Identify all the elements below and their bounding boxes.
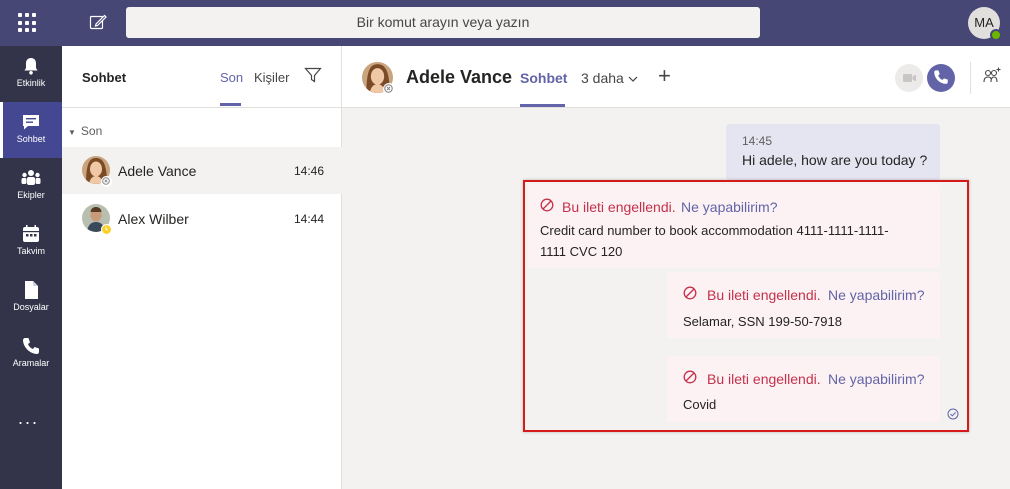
new-chat-icon[interactable] — [88, 12, 108, 32]
more-tabs-dropdown[interactable]: 3 daha — [581, 70, 638, 86]
blocked-icon — [683, 286, 697, 300]
more-apps-button[interactable]: ... — [18, 408, 39, 429]
chat-list-title: Sohbet — [82, 70, 127, 85]
message-text: Credit card number to book accommodation… — [540, 223, 889, 238]
chat-item-time: 14:46 — [293, 164, 324, 178]
rail-item-files[interactable]: Dosyalar — [0, 270, 62, 326]
add-people-icon[interactable] — [982, 66, 1002, 86]
rail-label: Takvim — [16, 246, 45, 256]
message-text: Selamar, SSN 199-50-7918 — [683, 314, 842, 329]
chat-icon — [23, 115, 39, 130]
chat-item-alex-wilber[interactable]: Alex Wilber 14:44 — [62, 195, 342, 242]
chat-item-adele-vance[interactable]: Adele Vance 14:46 — [62, 147, 342, 194]
rail-label: Aramalar — [12, 358, 50, 368]
rail-label: Dosyalar — [13, 302, 49, 312]
tab-underline — [520, 104, 565, 107]
chevron-down-icon: ▼ — [68, 128, 76, 137]
calendar-icon — [23, 225, 39, 242]
audio-call-button[interactable] — [927, 64, 955, 92]
tab-contacts[interactable]: Kişiler — [254, 70, 289, 85]
rail-label: Etkinlik — [16, 78, 46, 88]
user-avatar[interactable]: MA — [968, 7, 1002, 41]
chat-list-panel: Sohbet Son Kişiler ▼ Son Adele Vance 14:4… — [62, 46, 342, 489]
tab-chat[interactable]: Sohbet — [520, 70, 567, 86]
message-text: 1111 CVC 120 — [540, 244, 623, 259]
phone-icon — [934, 70, 948, 84]
blocked-message[interactable]: Bu ileti engellendi. Ne yapabilirim? Cov… — [667, 356, 940, 422]
message-text: Hi adele, how are you today ? — [742, 152, 928, 168]
blocked-icon — [540, 198, 554, 212]
filter-icon[interactable] — [304, 66, 322, 84]
presence-offline-icon — [101, 176, 112, 187]
chat-item-time: 14:44 — [293, 212, 324, 226]
what-can-i-do-link[interactable]: Ne yapabilirim? — [828, 287, 924, 303]
presence-away-icon — [101, 224, 112, 235]
divider — [970, 62, 971, 94]
rail-item-calendar[interactable]: Takvim — [0, 214, 62, 270]
tab-recent[interactable]: Son — [220, 70, 243, 85]
conversation-header: Adele Vance Sohbet 3 daha + — [342, 46, 1010, 108]
message-sent[interactable]: 14:45 Hi adele, how are you today ? — [726, 124, 940, 180]
app-launcher-icon[interactable] — [18, 13, 38, 33]
video-icon — [903, 74, 916, 82]
bell-icon — [24, 58, 38, 75]
chevron-down-icon — [628, 76, 638, 82]
what-can-i-do-link[interactable]: Ne yapabilirim? — [828, 371, 924, 387]
phone-icon — [23, 338, 39, 354]
rail-item-chat[interactable]: Sohbet — [0, 102, 62, 158]
add-tab-button[interactable]: + — [658, 65, 671, 87]
blocked-message[interactable]: Bu ileti engellendi. Ne yapabilirim? Sel… — [667, 272, 940, 338]
rail-item-activity[interactable]: Etkinlik — [0, 46, 62, 102]
rail-item-calls[interactable]: Aramalar — [0, 326, 62, 382]
what-can-i-do-link[interactable]: Ne yapabilirim? — [681, 199, 777, 215]
message-text: Covid — [683, 397, 717, 412]
blocked-message[interactable]: Bu ileti engellendi. Ne yapabilirim? Cre… — [528, 184, 940, 268]
blocked-label: Bu ileti engellendi. — [562, 199, 676, 215]
app-rail: Etkinlik Sohbet Ekipler Takvim Dosyalar … — [0, 46, 62, 489]
tab-underline — [220, 103, 241, 106]
file-icon — [25, 281, 38, 299]
section-recent-label: Son — [80, 124, 103, 138]
read-receipt-icon — [947, 408, 959, 420]
rail-label: Ekipler — [17, 190, 45, 200]
user-initials: MA — [974, 15, 994, 30]
video-call-button[interactable] — [895, 64, 923, 92]
message-timestamp: 14:45 — [742, 134, 773, 148]
rail-item-teams[interactable]: Ekipler — [0, 158, 62, 214]
top-bar: Bir komut arayın veya yazın MA — [0, 0, 1010, 46]
chat-item-name: Adele Vance — [118, 163, 197, 179]
section-recent[interactable]: ▼ Son — [68, 124, 102, 138]
blocked-label: Bu ileti engellendi. — [707, 371, 821, 387]
chat-list-header: Sohbet Son Kişiler — [62, 46, 342, 108]
presence-available-icon — [990, 29, 1002, 41]
more-tabs-label: 3 daha — [581, 70, 624, 86]
blocked-label: Bu ileti engellendi. — [707, 287, 821, 303]
presence-offline-icon — [383, 83, 395, 95]
command-search-input[interactable]: Bir komut arayın veya yazın — [126, 7, 760, 38]
rail-label: Sohbet — [16, 134, 46, 144]
blocked-icon — [683, 370, 697, 384]
teams-icon — [21, 170, 41, 185]
conversation-title: Adele Vance — [406, 67, 513, 87]
chat-item-name: Alex Wilber — [118, 211, 189, 227]
